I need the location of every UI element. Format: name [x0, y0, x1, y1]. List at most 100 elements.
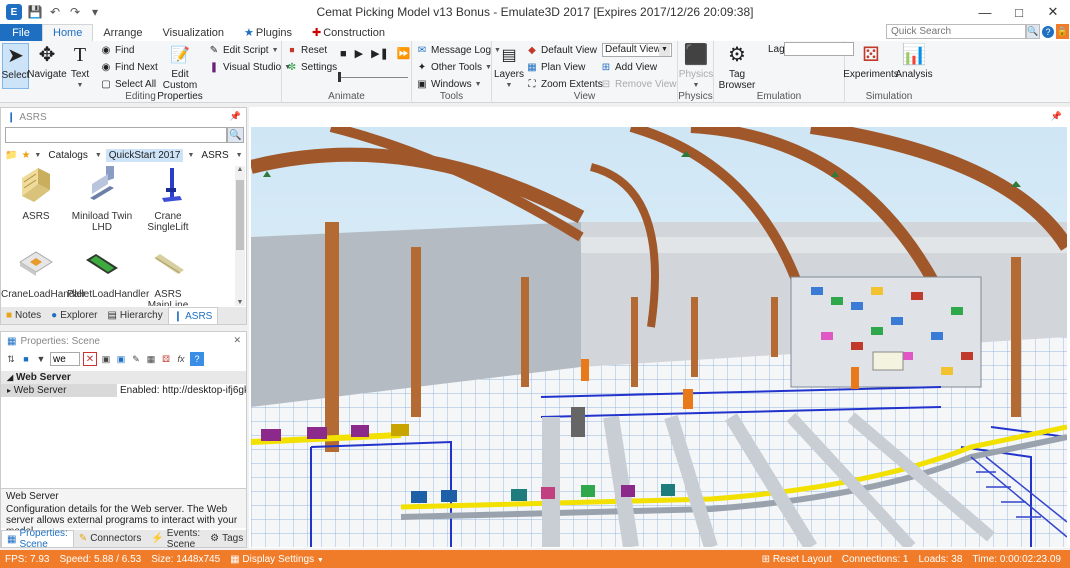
pin-icon[interactable]: 📌: [1051, 111, 1062, 122]
paste-icon[interactable]: ▣: [115, 353, 127, 365]
message-log-button[interactable]: ✉ Message Log ▼: [416, 44, 501, 56]
3d-viewport[interactable]: [251, 127, 1067, 547]
find-next-button[interactable]: ◉ Find Next: [100, 61, 158, 73]
speed-slider-handle[interactable]: [338, 72, 341, 82]
view-select[interactable]: Default View ▼: [602, 43, 672, 57]
physics-button[interactable]: ⬛ Physics ▼: [679, 43, 713, 91]
table-icon[interactable]: ▦: [145, 353, 157, 365]
tab-construction[interactable]: ✚ Construction: [302, 24, 395, 41]
property-row-web-server[interactable]: ▸ Web Server Enabled: http://desktop-ifj…: [1, 384, 246, 397]
scroll-down-icon[interactable]: ▼: [235, 299, 245, 306]
settings-button[interactable]: ✼ Settings: [286, 61, 337, 73]
catalog-scrollbar-thumb[interactable]: [236, 180, 244, 250]
tab-events-scene[interactable]: ⚡ Events: Scene: [146, 528, 205, 550]
chevron-down-icon[interactable]: ▼: [95, 152, 102, 159]
remove-view-button[interactable]: ⊟ Remove View: [600, 78, 677, 90]
quick-search-input[interactable]: [886, 24, 1026, 39]
search-icon[interactable]: 🔍: [227, 127, 244, 143]
default-view-button[interactable]: ◆ Default View: [526, 44, 597, 56]
tab-plugins[interactable]: ★ Plugins: [234, 24, 302, 41]
minimize-button[interactable]: —: [968, 0, 1002, 24]
catalog-search-input[interactable]: [5, 127, 227, 143]
text-button[interactable]: T Text ▼: [68, 43, 92, 91]
other-tools-button[interactable]: ✦ Other Tools ▼: [416, 61, 492, 73]
tab-connectors[interactable]: ✎ Connectors: [74, 530, 147, 547]
play-icon[interactable]: ▶: [355, 47, 363, 60]
catalog-item-crane-singlelift[interactable]: Crane SingleLift: [133, 166, 203, 233]
expand-icon[interactable]: ▸: [7, 386, 11, 395]
visual-studio-button[interactable]: ❚ Visual Studio ▼: [208, 61, 291, 73]
tab-hierarchy[interactable]: ▤ Hierarchy: [102, 307, 167, 324]
close-button[interactable]: ✕: [1036, 0, 1070, 24]
clear-filter-icon[interactable]: ✕: [83, 352, 97, 366]
catalog-item-craneloadhandler[interactable]: CraneLoadHandler: [1, 244, 86, 300]
lock-icon[interactable]: 🔒: [1056, 24, 1069, 39]
property-category[interactable]: ◢ Web Server: [1, 371, 246, 384]
crumb-catalogs[interactable]: Catalogs: [45, 149, 90, 162]
lag-input[interactable]: [784, 42, 854, 56]
tab-notes[interactable]: ■ Notes: [1, 307, 46, 324]
navigate-button[interactable]: ✥ Navigate: [27, 43, 66, 81]
plan-view-button[interactable]: ▦ Plan View: [526, 61, 585, 73]
help-icon[interactable]: ?: [1042, 26, 1054, 38]
crumb-asrs[interactable]: ASRS: [198, 149, 231, 162]
edit-script-button[interactable]: ✎ Edit Script ▼: [208, 44, 279, 56]
tab-home[interactable]: Home: [42, 24, 94, 41]
catalog-item-asrs[interactable]: ASRS: [1, 166, 71, 222]
tab-asrs[interactable]: ❙ ASRS: [167, 307, 219, 324]
fast-forward-icon[interactable]: ⏩: [397, 47, 411, 60]
select-all-button[interactable]: ▢ Select All: [100, 78, 156, 90]
catalog-scrollbar[interactable]: ▲ ▼: [235, 166, 245, 306]
search-icon[interactable]: 🔍: [1026, 24, 1040, 39]
reset-layout-button[interactable]: ⊞ Reset Layout: [757, 554, 837, 565]
chevron-down-icon[interactable]: ▼: [236, 152, 243, 159]
chevron-down-icon[interactable]: ▼: [187, 152, 194, 159]
star-icon[interactable]: ★: [21, 150, 30, 161]
tab-explorer[interactable]: ● Explorer: [46, 307, 102, 324]
redo-icon[interactable]: ↷: [68, 5, 82, 19]
speed-readout[interactable]: Speed: 5.88 / 6.53: [54, 554, 146, 565]
catalog-item-asrs-mainline[interactable]: ASRS MainLine Section: [133, 244, 203, 306]
function-icon[interactable]: fx: [175, 353, 187, 365]
tab-visualization[interactable]: Visualization: [152, 24, 234, 41]
display-settings-button[interactable]: ▦ Display Settings ▼: [225, 554, 329, 565]
save-icon[interactable]: 💾: [28, 5, 43, 19]
zoom-extents-button[interactable]: ⛶ Zoom Extents: [526, 78, 603, 90]
pin-icon[interactable]: 📌: [230, 111, 241, 122]
experiments-button[interactable]: ⚄ Experiments: [843, 43, 899, 81]
help-icon[interactable]: ?: [190, 352, 204, 366]
script-icon[interactable]: ✎: [130, 353, 142, 365]
layers-button[interactable]: ▤ Layers ▼: [494, 43, 524, 91]
speed-slider-track[interactable]: [340, 77, 408, 78]
select-button[interactable]: ➤ Select: [2, 43, 29, 89]
tab-tags[interactable]: ⚙ Tags: [205, 530, 248, 547]
property-value[interactable]: Enabled: http://desktop-ifj6gk4:90: [118, 384, 246, 397]
dice-icon[interactable]: ⚄: [160, 353, 172, 365]
folder-icon[interactable]: 📁: [5, 150, 17, 161]
undo-icon[interactable]: ↶: [48, 5, 62, 19]
catalog-item-palletloadhandler[interactable]: PalletLoadHandler: [67, 244, 149, 300]
size-readout[interactable]: Size: 1448x745: [146, 554, 225, 565]
property-filter-input[interactable]: [50, 352, 80, 366]
tag-browser-button[interactable]: ⚙ Tag Browser: [719, 43, 756, 92]
tab-arrange[interactable]: Arrange: [93, 24, 152, 41]
app-logo-icon[interactable]: E: [6, 4, 22, 20]
add-view-button[interactable]: ⊞ Add View: [600, 61, 657, 73]
maximize-button[interactable]: □: [1002, 0, 1036, 24]
reset-button[interactable]: ⏹ Reset: [286, 44, 328, 56]
categorize-icon[interactable]: ■: [20, 353, 32, 365]
stop-icon[interactable]: ■: [340, 48, 347, 60]
customize-qat-icon[interactable]: ▾: [88, 5, 102, 19]
tab-file[interactable]: File: [0, 24, 42, 41]
tab-properties-scene[interactable]: ▦ Properties: Scene: [1, 528, 74, 550]
catalog-item-miniload[interactable]: Miniload Twin LHD: [67, 166, 137, 233]
windows-button[interactable]: ▣ Windows ▼: [416, 78, 481, 90]
scroll-up-icon[interactable]: ▲: [235, 166, 245, 173]
crumb-quickstart[interactable]: QuickStart 2017: [105, 148, 184, 162]
copy-icon[interactable]: ▣: [100, 353, 112, 365]
chevron-down-icon[interactable]: ▼: [34, 152, 41, 159]
analysis-button[interactable]: 📊 Analysis: [895, 43, 932, 81]
step-icon[interactable]: ▶❚: [371, 47, 389, 60]
sort-icon[interactable]: ⇅: [5, 353, 17, 365]
close-icon[interactable]: ✕: [233, 335, 241, 346]
